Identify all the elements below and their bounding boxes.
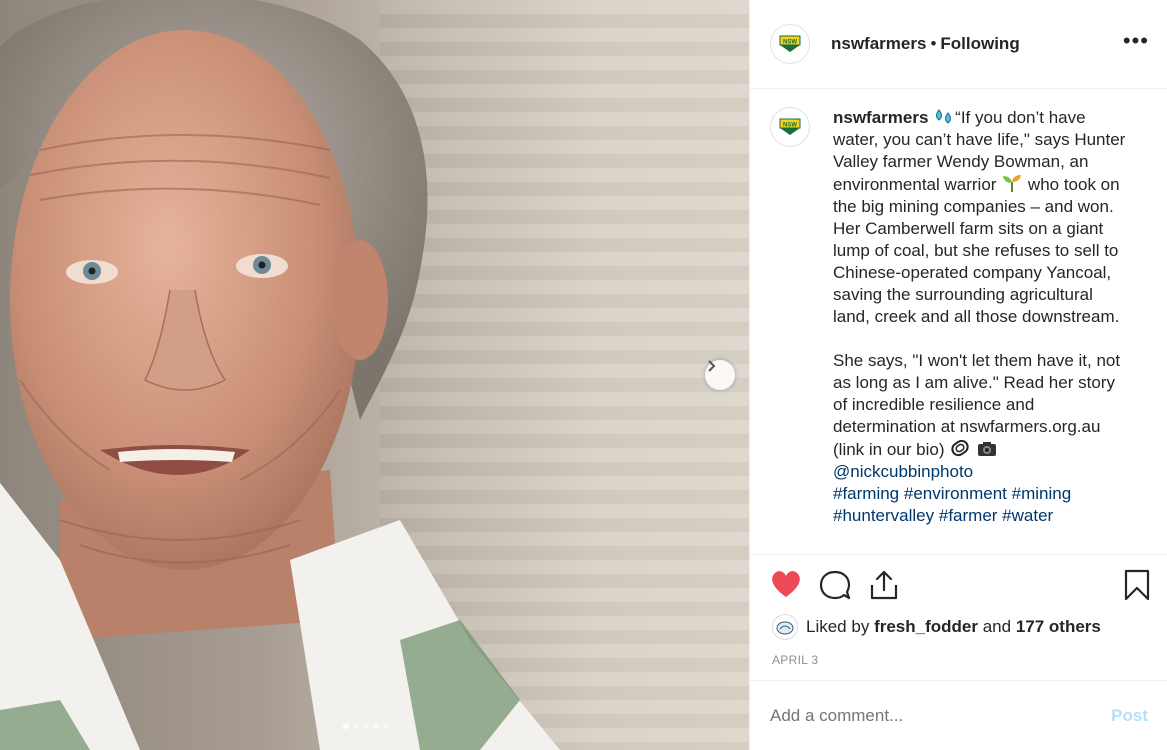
bookmark-icon[interactable] [1123, 569, 1151, 601]
comment-input[interactable] [770, 705, 1112, 726]
liker-username[interactable]: fresh_fodder [874, 617, 978, 637]
comment-icon[interactable] [818, 569, 852, 601]
mention-link[interactable]: @nickcubbinphoto [833, 462, 973, 481]
action-bar [750, 555, 1167, 613]
likes-others-link[interactable]: 177 others [1016, 617, 1101, 637]
paperclip-icon [951, 439, 969, 457]
caption-text: nswfarmers “If you don’t have water, you… [833, 107, 1133, 554]
nswfarmers-logo: NSW [779, 118, 801, 135]
carousel-dot [363, 723, 369, 729]
camera-icon [977, 442, 996, 456]
hashtag-link[interactable]: #mining [1012, 484, 1072, 503]
chevron-right-icon [708, 360, 716, 372]
share-icon[interactable] [868, 569, 900, 601]
droplets-icon [936, 109, 952, 124]
hashtag-link[interactable]: #water [1002, 506, 1053, 525]
liked-by-prefix: Liked by [806, 617, 870, 636]
caption-paragraph-2: Her Camberwell farm sits on a giant lump… [833, 219, 1120, 326]
comment-bar: Post [750, 680, 1167, 750]
svg-text:NSW: NSW [783, 123, 797, 129]
hashtag-link[interactable]: #farming [833, 484, 899, 503]
liked-by-joiner: and [982, 617, 1012, 636]
likes-summary: Liked by fresh_fodder and 177 others [772, 614, 1101, 640]
carousel-dot [383, 723, 389, 729]
post-details-panel: NSW nswfarmers • Following ••• NSW nswfa… [749, 0, 1167, 750]
account-handle[interactable]: nswfarmers [831, 34, 926, 54]
carousel-dot [343, 723, 349, 729]
caption-handle[interactable]: nswfarmers [833, 108, 928, 127]
nswfarmers-logo: NSW [779, 35, 801, 52]
liker-avatar[interactable] [772, 614, 798, 640]
follow-status-button[interactable]: Following [940, 34, 1019, 54]
fresh-fodder-logo [776, 621, 794, 635]
caption-avatar[interactable]: NSW [770, 107, 810, 147]
post-photo[interactable] [0, 0, 749, 750]
carousel-dot [353, 723, 359, 729]
post-comment-button[interactable]: Post [1111, 706, 1148, 726]
separator: • [930, 34, 937, 53]
hashtag-link[interactable]: #huntervalley [833, 506, 934, 525]
post-header: NSW nswfarmers • Following ••• [750, 0, 1167, 89]
post-date[interactable]: APRIL 3 [772, 653, 818, 667]
more-options-button[interactable]: ••• [1123, 30, 1149, 52]
seedling-icon [1003, 175, 1022, 192]
next-slide-button[interactable] [705, 360, 735, 390]
portrait-illustration [0, 0, 560, 750]
carousel-dot [373, 723, 379, 729]
svg-text:NSW: NSW [783, 40, 797, 46]
carousel-indicator [343, 723, 389, 729]
account-avatar[interactable]: NSW [770, 24, 810, 64]
heart-icon[interactable] [770, 569, 802, 599]
hashtag-link[interactable]: #farmer [939, 506, 998, 525]
hashtag-link[interactable]: #environment [904, 484, 1007, 503]
caption-area: NSW nswfarmers “If you don’t have water,… [750, 89, 1167, 555]
